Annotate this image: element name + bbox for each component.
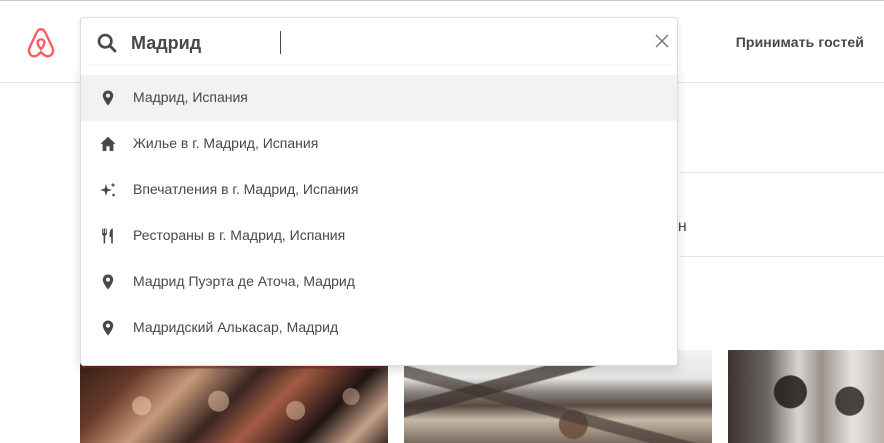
suggestion-item[interactable]: Мадридский Алькасар, Мадрид — [81, 305, 677, 351]
airbnb-logo-icon[interactable] — [24, 26, 58, 60]
suggestion-label: Мадрид Пуэрта де Аточа, Мадрид — [133, 273, 355, 289]
search-input[interactable] — [131, 28, 631, 58]
suggestion-item[interactable]: Мадрид Пуэрта де Аточа, Мадрид — [81, 259, 677, 305]
sparkle-icon — [100, 182, 116, 197]
suggestion-label: Мадрид, Испания — [133, 89, 248, 105]
search-icon — [97, 33, 117, 53]
location-pin-icon — [102, 274, 114, 290]
suggestion-label: Впечатления в г. Мадрид, Испания — [133, 181, 359, 197]
location-pin-icon — [102, 90, 114, 106]
page: Принимать гостей сен Мадрид, Испания — [0, 0, 884, 443]
text-caret — [280, 31, 281, 54]
background-panel — [680, 172, 884, 257]
suggestion-item[interactable]: Впечатления в г. Мадрид, Испания — [81, 167, 677, 213]
host-link[interactable]: Принимать гостей — [736, 34, 864, 50]
location-pin-icon — [102, 320, 114, 336]
suggestion-label: Жилье в г. Мадрид, Испания — [133, 135, 319, 151]
suggestion-item[interactable]: Мадрид, Испания — [81, 75, 677, 121]
suggestions-dropdown: Мадрид, Испания Жилье в г. Мадрид, Испан… — [80, 66, 678, 366]
home-icon — [100, 136, 116, 151]
fork-knife-icon — [102, 228, 113, 244]
suggestion-item[interactable]: Рестораны в г. Мадрид, Испания — [81, 213, 677, 259]
suggestion-label: Мадридский Алькасар, Мадрид — [133, 319, 339, 335]
suggestion-label: Рестораны в г. Мадрид, Испания — [133, 227, 346, 243]
search-box — [80, 17, 678, 67]
close-icon[interactable] — [654, 33, 670, 49]
suggestion-item[interactable]: Жилье в г. Мадрид, Испания — [81, 121, 677, 167]
experience-photo-3[interactable] — [728, 350, 884, 443]
